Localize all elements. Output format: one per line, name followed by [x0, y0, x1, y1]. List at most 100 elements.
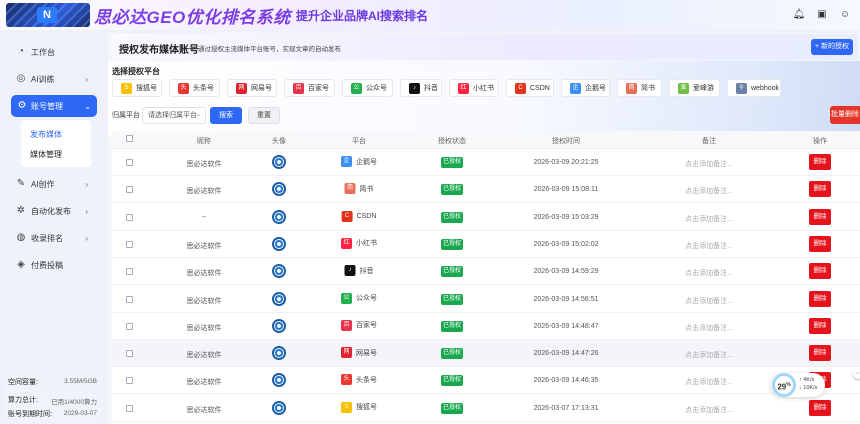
avatar [272, 264, 286, 279]
delete-button[interactable]: 删除 [809, 317, 831, 334]
page-title: 授权发布媒体账号 [119, 45, 199, 56]
clipboard-icon[interactable]: ▣ [815, 8, 829, 22]
avatar [272, 400, 286, 415]
platform-name: 小红书 [356, 240, 377, 248]
note-cell[interactable]: 点击添加备注... [685, 186, 733, 196]
platform-chip[interactable]: 简简书 [617, 79, 662, 97]
platform-chip[interactable]: 头头条号 [169, 79, 220, 97]
note-cell[interactable]: 点击添加备注... [685, 214, 733, 224]
platform-logo-icon: 公 [341, 292, 352, 304]
note-cell[interactable]: 点击添加备注... [685, 159, 733, 169]
platform-chip[interactable]: S 搜狐号 [112, 79, 162, 97]
note-cell[interactable]: 点击添加备注... [685, 350, 733, 360]
delete-button[interactable]: 删除 [809, 263, 831, 280]
delete-button[interactable]: 删除 [809, 208, 831, 225]
avatar [272, 182, 286, 197]
sidebar-item-account-management[interactable]: ⚙ 账号管理 ⌄ [11, 95, 97, 117]
delete-button[interactable]: 删除 [809, 154, 831, 170]
row-checkbox[interactable] [126, 350, 133, 358]
table-row: 思必达软件 红小红书 已授权 2026-03-09 15:02:02 点击添加备注...… [112, 231, 860, 258]
speed-percent-value: 29 [777, 382, 787, 392]
sidebar: ◔ 工作台 ◎ AI训练 › ⚙ 账号管理 ⌄ 发布媒体 媒体管理 ✎ AI创作… [3, 33, 102, 424]
delete-button[interactable]: 删除 [809, 181, 831, 198]
search-button[interactable]: 搜索 [210, 107, 242, 124]
platform-chip[interactable]: 网网易号 [227, 79, 277, 97]
platform-cell: ♪ 抖音 [344, 265, 374, 277]
row-checkbox[interactable] [126, 213, 133, 221]
note-cell[interactable]: 点击添加备注... [685, 405, 733, 415]
sidebar-item-label: AI训练 [31, 74, 55, 84]
platform-logo-icon: 百 [293, 82, 304, 94]
space-label: 空间容量: [8, 379, 38, 386]
expire-label: 账号到期时间: [8, 411, 52, 418]
row-checkbox[interactable] [126, 404, 133, 412]
row-checkbox[interactable] [126, 268, 133, 276]
speed-percent-sign: % [786, 382, 791, 388]
platform-chip[interactable]: ♪ 抖音 [400, 79, 442, 97]
brand-slogan: 提升企业品牌AI搜索排名 [296, 9, 429, 23]
upload-speed: ↑ 4K/s [799, 377, 815, 383]
platform-filter-select[interactable]: 请选择归属平台 ⌄ [142, 107, 206, 124]
submenu-publish-media[interactable]: 发布媒体 [30, 129, 62, 140]
delete-button[interactable]: 删除 [809, 345, 831, 362]
row-checkbox[interactable] [126, 295, 133, 303]
row-checkbox[interactable] [126, 377, 133, 385]
compute-value: 已用1/4000算力 [51, 399, 97, 406]
auth-time-cell: 2026-03-09 15:02:02 [533, 240, 599, 248]
note-cell[interactable]: 点击添加备注... [685, 296, 733, 306]
note-cell[interactable]: 点击添加备注... [685, 323, 733, 333]
user-icon[interactable]: ☺ [838, 8, 852, 22]
table-row: 思必达软件 S 搜狐号 已授权 2026-03-07 17:13:31 点击添加备注...… [112, 395, 860, 422]
platform-chip[interactable]: 百百家号 [284, 79, 335, 97]
platform-name: 简书 [359, 185, 374, 193]
platform-chip[interactable]: 爱爱峰游 [669, 79, 720, 97]
nickname-cell: 思必达软件 [186, 379, 222, 387]
bulk-delete-button[interactable]: 批量删除 [830, 106, 860, 124]
status-badge: 已授权 [441, 157, 463, 168]
platform-logo-icon: 简 [626, 82, 637, 94]
platform-logo-icon: C [515, 82, 526, 94]
sidebar-item-indexing-rank[interactable]: ◍ 收录排名 › [3, 227, 102, 249]
table-row: 思必达软件 头头条号 已授权 2026-03-09 14:46:35 点击添加备注...… [112, 367, 860, 395]
delete-button[interactable]: 删除 [809, 290, 831, 307]
sidebar-item-dashboard[interactable]: ◔ 工作台 [3, 41, 102, 63]
floating-menu-icon[interactable]: ⋯ [853, 369, 860, 379]
row-checkbox[interactable] [126, 159, 133, 166]
row-checkbox[interactable] [126, 186, 133, 194]
pen-icon: ✎ [16, 178, 26, 189]
select-all-checkbox[interactable] [126, 135, 133, 142]
platform-name: 百家号 [356, 322, 377, 330]
platform-cell: 简简书 [344, 183, 374, 195]
platform-chip[interactable]: 公公众号 [342, 79, 393, 97]
platform-chip[interactable]: 企企鹅号 [561, 79, 610, 97]
network-speed-widget[interactable]: 29% ↑ 4K/s ↓ 10K/s [771, 373, 825, 397]
row-checkbox[interactable] [126, 322, 133, 330]
sidebar-item-auto-publish[interactable]: ✲ 自动化发布 › [3, 200, 102, 222]
delete-button[interactable]: 删除 [809, 235, 831, 252]
platform-logo-icon: 红 [341, 237, 352, 249]
reset-button[interactable]: 重置 [248, 107, 280, 124]
platform-chip[interactable]: 红小红书 [449, 79, 499, 97]
platform-chip-label: 企鹅号 [585, 85, 606, 92]
note-cell[interactable]: 点击添加备注... [685, 377, 733, 387]
platform-chip-label: 百家号 [308, 85, 329, 92]
platform-chip[interactable]: C CSDN [506, 79, 554, 97]
platform-chip[interactable]: ⚲ webhook [727, 79, 781, 97]
avatar [272, 236, 286, 251]
platform-name: 头条号 [356, 376, 377, 384]
sidebar-item-ai-training[interactable]: ◎ AI训练 › [3, 68, 102, 90]
bell-icon[interactable]: 🔔︎ [792, 8, 806, 22]
sidebar-item-ai-creation[interactable]: ✎ AI创作 › [3, 173, 102, 195]
note-cell[interactable]: 点击添加备注... [685, 268, 733, 278]
delete-button[interactable]: 删除 [809, 399, 831, 416]
new-authorization-button[interactable]: + 新的授权 [811, 39, 853, 55]
table-row: 思必达软件 简简书 已授权 2026-03-09 15:08:11 点击添加备注... 删… [112, 176, 860, 204]
top-header: N 思必达GEO优化排名系统 提升企业品牌AI搜索排名 🔔︎ ▣ ☺ [0, 0, 860, 30]
row-checkbox[interactable] [126, 240, 133, 248]
auth-time-cell: 2026-03-09 20:21:25 [533, 159, 599, 166]
column-header: 授权状态 [438, 138, 466, 145]
sidebar-item-paid-submission[interactable]: ◈ 付费投稿 [3, 254, 102, 276]
note-cell[interactable]: 点击添加备注... [685, 241, 733, 251]
account-icon: ⚙ [17, 100, 27, 111]
submenu-media-management[interactable]: 媒体管理 [30, 149, 62, 160]
